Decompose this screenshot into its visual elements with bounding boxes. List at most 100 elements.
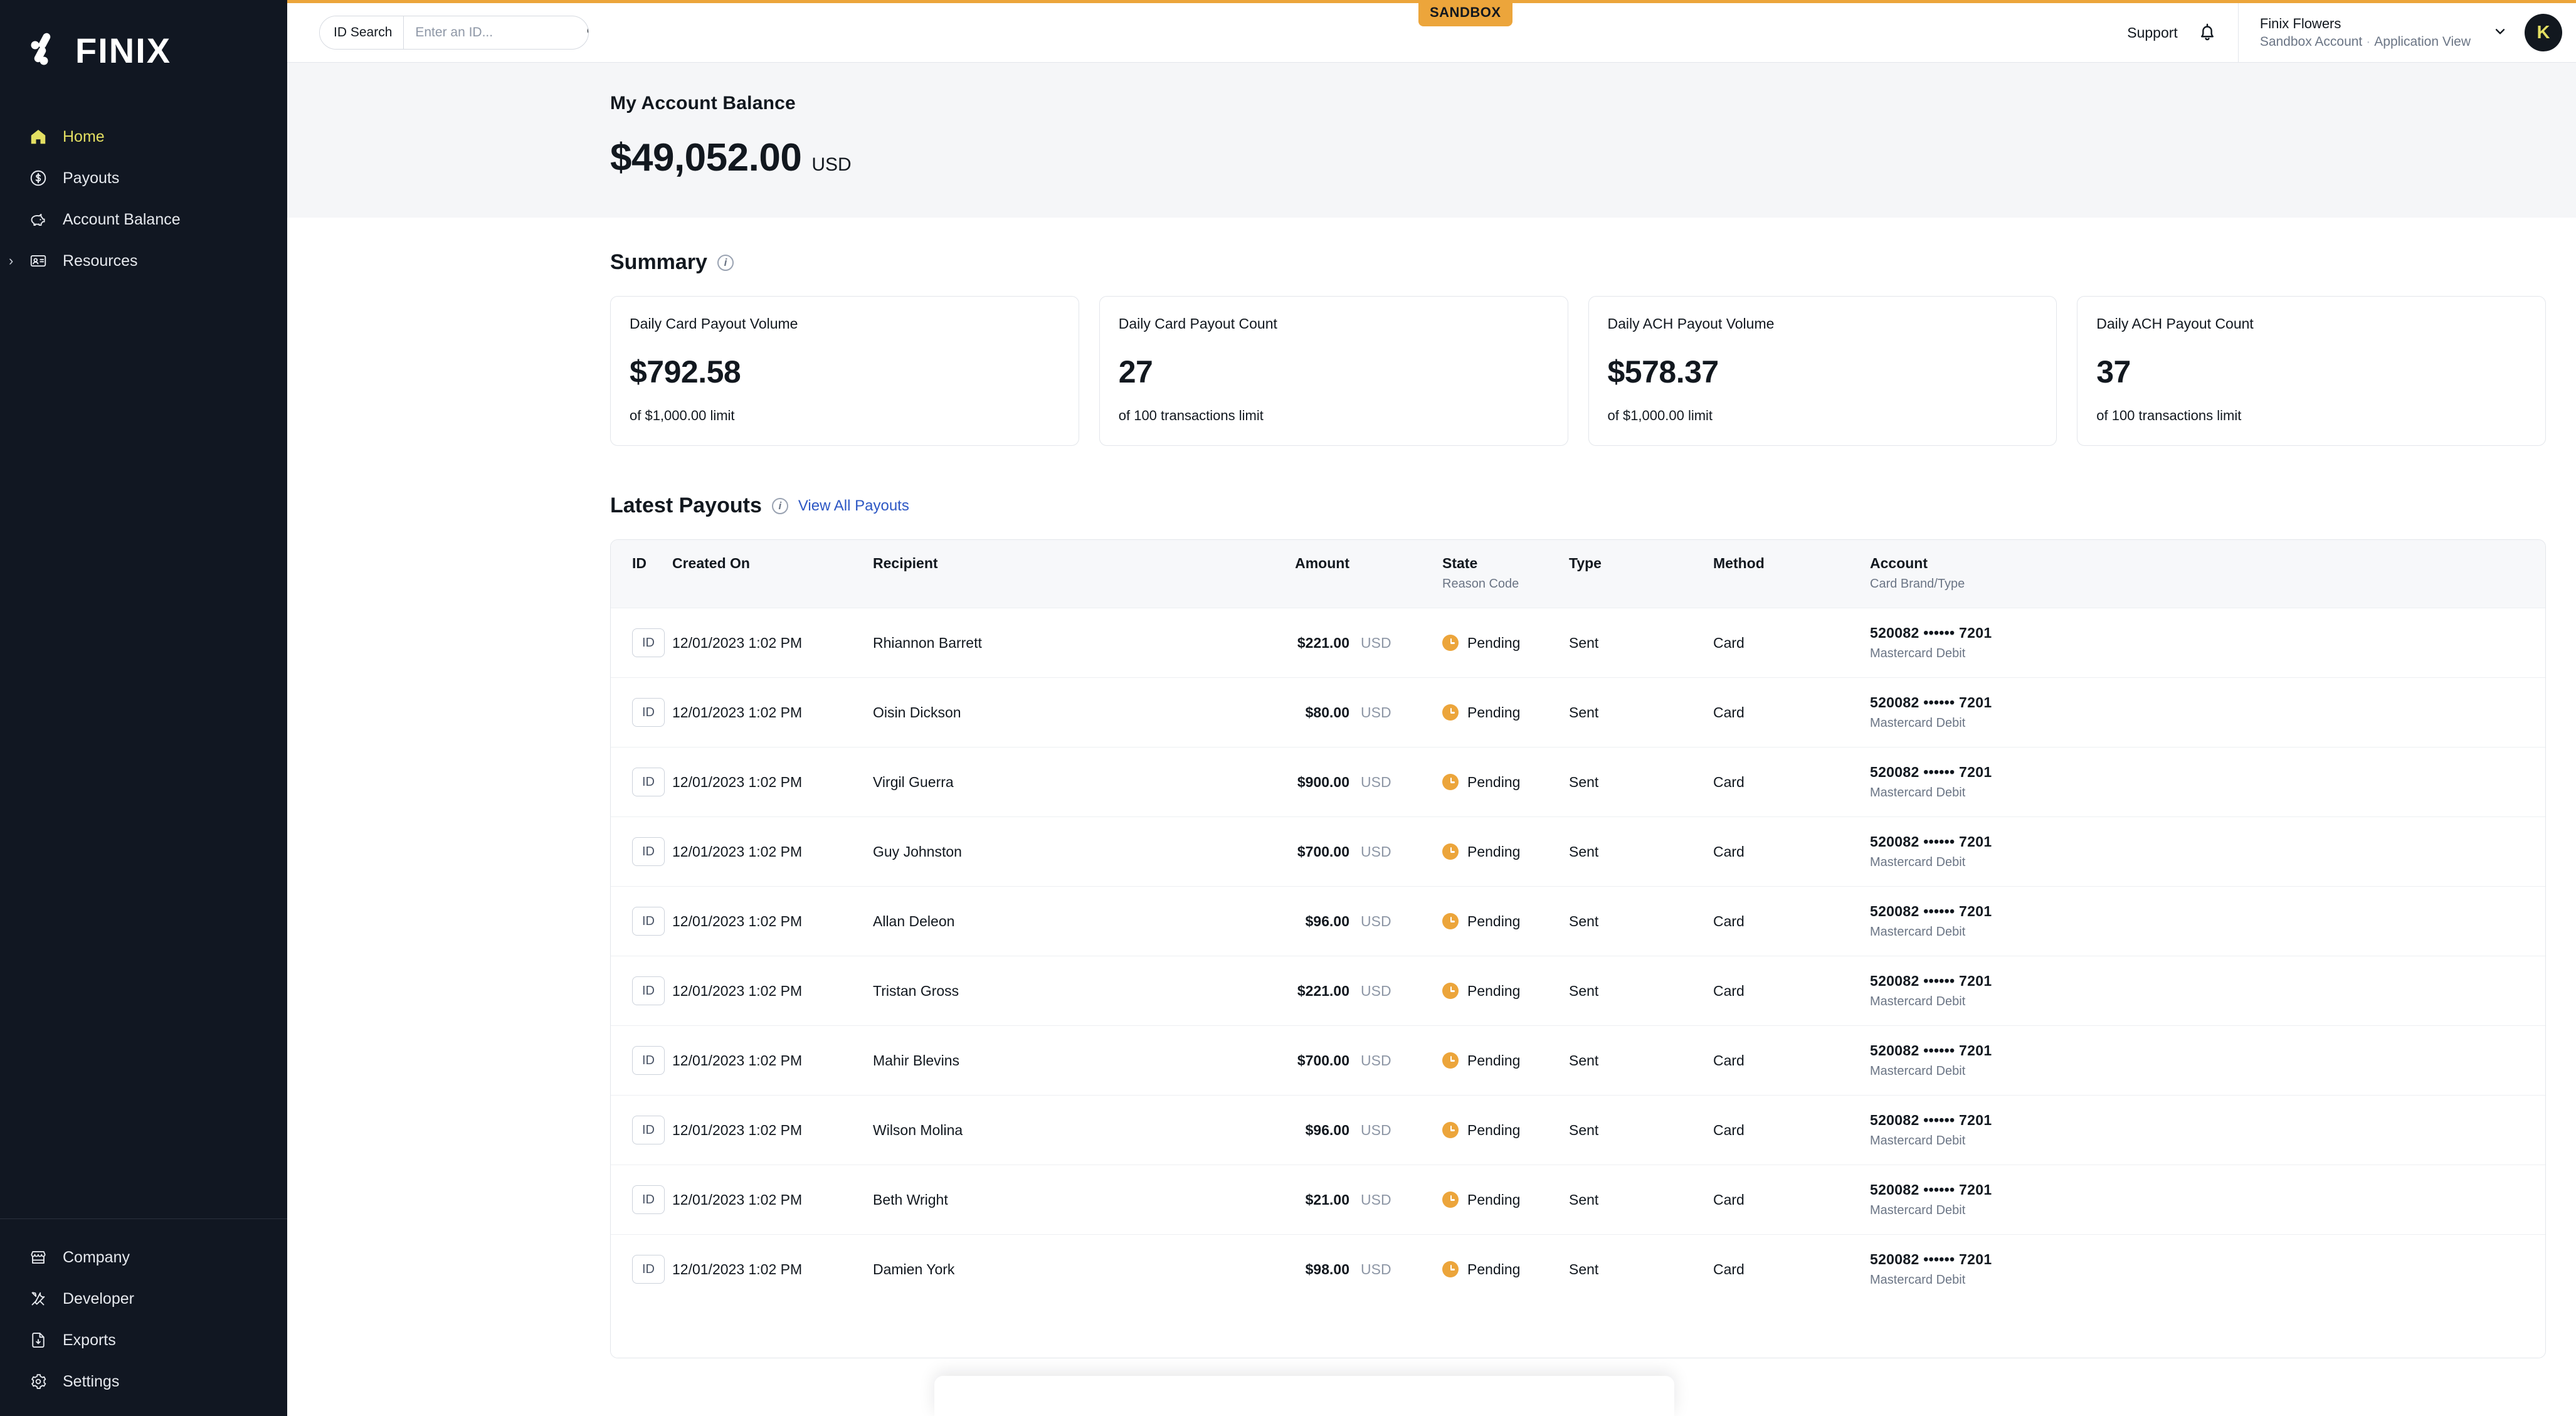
view-all-payouts-link[interactable]: View All Payouts	[798, 497, 909, 515]
cell-created-on: 12/01/2023 1:02 PM	[672, 816, 873, 887]
latest-payouts-table-container: ID Created On Recipient Amount State Rea…	[610, 539, 2546, 1358]
sidebar-item-settings[interactable]: Settings	[0, 1361, 287, 1402]
status-label: Pending	[1467, 1191, 1521, 1208]
sidebar-item-home[interactable]: Home	[0, 116, 287, 157]
support-link[interactable]: Support	[2127, 24, 2178, 41]
status-label: Pending	[1467, 634, 1521, 651]
currency-value: USD	[1361, 843, 1391, 860]
pending-clock-icon	[1442, 1261, 1459, 1277]
search-input[interactable]	[415, 25, 586, 40]
table-row[interactable]: ID 12/01/2023 1:02 PM Allan Deleon $96.00 US…	[611, 886, 2545, 956]
status-badge: Pending	[1442, 774, 1569, 791]
table-row[interactable]: ID 12/01/2023 1:02 PM Damien York $98.00 USD…	[611, 1234, 2545, 1304]
table-header-row: ID Created On Recipient Amount State Rea…	[611, 540, 2545, 608]
account-number: 520082 •••••• 7201	[1870, 764, 1992, 780]
cell-type: Sent	[1569, 886, 1713, 956]
cell-amount: $80.00	[1186, 677, 1349, 748]
cell-method: Card	[1713, 1025, 1870, 1096]
info-icon[interactable]: i	[717, 254, 734, 271]
status-badge: Pending	[1442, 1261, 1569, 1278]
table-row[interactable]: ID 12/01/2023 1:02 PM Oisin Dickson $80.00 U…	[611, 677, 2545, 748]
piggy-bank-icon	[28, 209, 49, 230]
cell-state: Pending	[1418, 608, 1569, 678]
copy-id-badge[interactable]: ID	[632, 976, 665, 1005]
sidebar-item-label-settings: Settings	[63, 1372, 120, 1390]
sidebar-item-label-payouts: Payouts	[63, 169, 120, 187]
copy-id-badge[interactable]: ID	[632, 1046, 665, 1075]
sidebar-item-company[interactable]: Company	[0, 1237, 287, 1278]
info-icon[interactable]: i	[771, 497, 788, 514]
account-card-brand: Mastercard Debit	[1870, 1273, 1966, 1287]
copy-id-badge[interactable]: ID	[632, 907, 665, 936]
table-row[interactable]: ID 12/01/2023 1:02 PM Wilson Molina $96.00 U…	[611, 1095, 2545, 1165]
table-row[interactable]: ID 12/01/2023 1:02 PM Beth Wright $21.00 USD…	[611, 1165, 2545, 1235]
account-switcher[interactable]: Finix Flowers Sandbox Account · Applicatio…	[2239, 3, 2525, 62]
copy-id-badge[interactable]: ID	[632, 837, 665, 866]
finix-logo-icon	[28, 30, 65, 71]
amount-value: $96.00	[1305, 1121, 1349, 1138]
cell-recipient: Wilson Molina	[873, 1095, 1186, 1165]
cell-currency: USD	[1349, 1095, 1418, 1165]
column-header-state-label: State	[1442, 555, 1478, 571]
cell-id: ID	[611, 956, 672, 1026]
account-number: 520082 •••••• 7201	[1870, 694, 1992, 711]
copy-id-badge[interactable]: ID	[632, 628, 665, 657]
cell-state: Pending	[1418, 1234, 1569, 1304]
summary-card-daily-card-payout-volume: Daily Card Payout Volume $792.58 of $1,0…	[610, 296, 1079, 446]
cell-created-on: 12/01/2023 1:02 PM	[672, 747, 873, 817]
sidebar-item-resources[interactable]: › Resources	[0, 240, 287, 282]
cell-method: Card	[1713, 677, 1870, 748]
cell-recipient: Mahir Blevins	[873, 1025, 1186, 1096]
account-number: 520082 •••••• 7201	[1870, 1042, 1992, 1059]
table-row[interactable]: ID 12/01/2023 1:02 PM Rhiannon Barrett $221…	[611, 608, 2545, 678]
status-badge: Pending	[1442, 1191, 1569, 1208]
chevron-down-icon[interactable]	[2492, 23, 2508, 43]
cell-type: Sent	[1569, 608, 1713, 678]
account-card-brand: Mastercard Debit	[1870, 786, 1966, 800]
cell-currency: USD	[1349, 677, 1418, 748]
column-header-account-label: Account	[1870, 555, 1928, 571]
copy-id-badge[interactable]: ID	[632, 1255, 665, 1284]
table-row[interactable]: ID 12/01/2023 1:02 PM Tristan Gross $221.00…	[611, 956, 2545, 1026]
summary-card-value: 37	[2096, 354, 2131, 389]
cell-created-on: 12/01/2023 1:02 PM	[672, 886, 873, 956]
copy-id-badge[interactable]: ID	[632, 1116, 665, 1144]
cell-amount: $96.00	[1186, 886, 1349, 956]
table-row[interactable]: ID 12/01/2023 1:02 PM Guy Johnston $700.00 U…	[611, 816, 2545, 887]
cell-recipient: Oisin Dickson	[873, 677, 1186, 748]
amount-value: $221.00	[1297, 982, 1349, 999]
copy-id-badge[interactable]: ID	[632, 1185, 665, 1214]
account-card-brand: Mastercard Debit	[1870, 1134, 1966, 1148]
column-header-created-on: Created On	[672, 555, 750, 571]
copy-id-badge[interactable]: ID	[632, 768, 665, 796]
id-search-field[interactable]	[404, 16, 588, 49]
table-row[interactable]: ID 12/01/2023 1:02 PM Mahir Blevins $700.00…	[611, 1025, 2545, 1096]
notifications-bell-icon[interactable]	[2197, 22, 2218, 43]
cell-account: 520082 •••••• 7201 Mastercard Debit	[1870, 1095, 2545, 1165]
cell-created-on: 12/01/2023 1:02 PM	[672, 1165, 873, 1235]
sidebar-item-developer[interactable]: Developer	[0, 1278, 287, 1319]
cell-method: Card	[1713, 1165, 1870, 1235]
cell-amount: $221.00	[1186, 956, 1349, 1026]
id-search-bar[interactable]: ID Search	[319, 16, 589, 50]
summary-card-daily-ach-payout-volume: Daily ACH Payout Volume $578.37 of $1,00…	[1588, 296, 2057, 446]
sidebar-item-account-balance[interactable]: Account Balance	[0, 199, 287, 240]
latest-payouts-section-header: Latest Payouts i View All Payouts	[287, 494, 2576, 518]
column-header-id: ID	[632, 555, 647, 571]
account-number: 520082 •••••• 7201	[1870, 903, 1992, 919]
summary-cards: Daily Card Payout Volume $792.58 of $1,0…	[287, 296, 2576, 446]
cell-type: Sent	[1569, 677, 1713, 748]
chevron-right-icon[interactable]: ›	[9, 254, 13, 268]
currency-value: USD	[1361, 1260, 1391, 1277]
currency-value: USD	[1361, 773, 1391, 790]
avatar[interactable]: K	[2525, 14, 2562, 51]
account-number: 520082 •••••• 7201	[1870, 973, 1992, 989]
search-icon[interactable]	[585, 23, 588, 43]
amount-value: $21.00	[1305, 1191, 1349, 1208]
sidebar-item-payouts[interactable]: Payouts	[0, 157, 287, 199]
sidebar-item-exports[interactable]: Exports	[0, 1319, 287, 1361]
copy-id-badge[interactable]: ID	[632, 698, 665, 727]
summary-card-label: Daily Card Payout Count	[1118, 315, 1277, 332]
table-row[interactable]: ID 12/01/2023 1:02 PM Virgil Guerra $900.00…	[611, 747, 2545, 817]
brand-logo[interactable]: FINIX	[0, 0, 287, 71]
